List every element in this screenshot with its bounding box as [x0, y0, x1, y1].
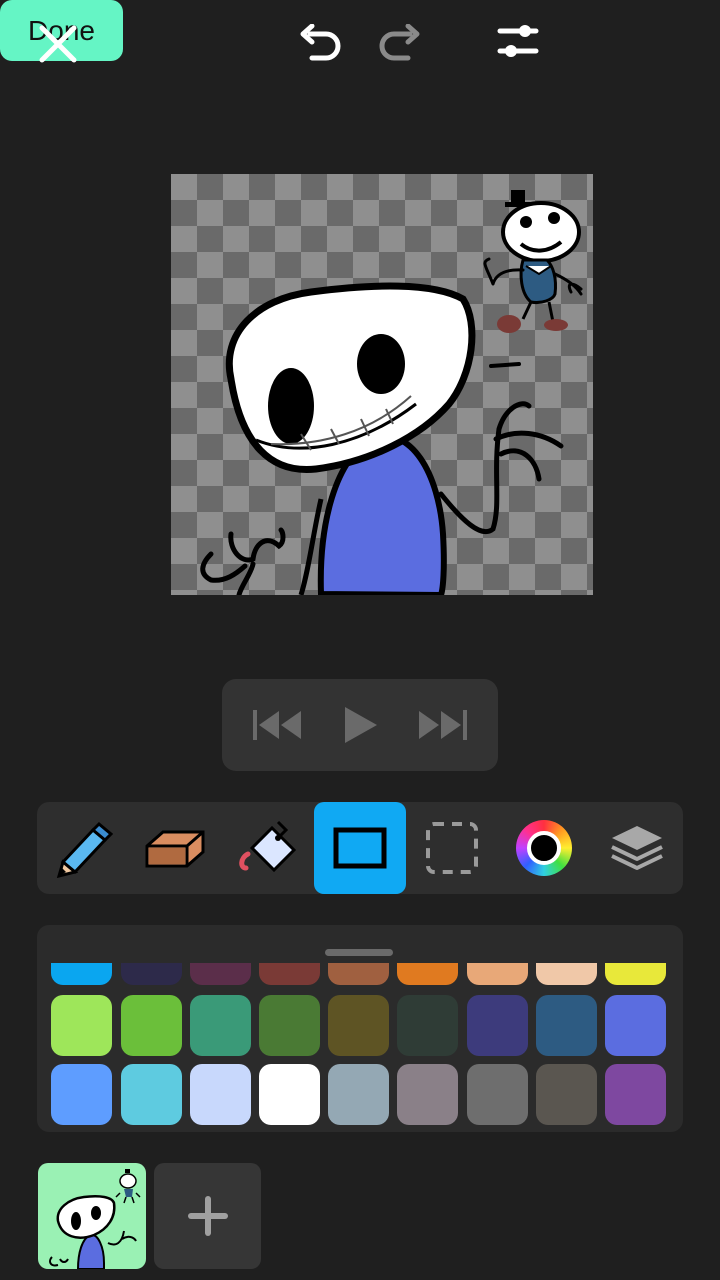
dashed-select-icon — [426, 822, 478, 874]
color-swatch[interactable] — [51, 963, 112, 985]
eraser-icon — [145, 830, 205, 868]
undo-icon — [300, 24, 341, 61]
skip-forward-button[interactable] — [411, 693, 475, 757]
color-wheel-icon — [516, 820, 572, 876]
frame-thumbnail[interactable] — [38, 1163, 146, 1269]
fill-tool[interactable] — [221, 802, 313, 894]
rectangle-tool[interactable] — [314, 802, 406, 894]
frame-preview — [49, 1169, 141, 1269]
tool-bar — [37, 802, 683, 894]
color-swatch[interactable] — [397, 995, 458, 1056]
color-swatch[interactable] — [259, 995, 320, 1056]
layers-icon — [611, 826, 663, 870]
color-swatch[interactable] — [259, 1064, 320, 1125]
color-swatch[interactable] — [536, 963, 597, 985]
color-swatch[interactable] — [51, 995, 112, 1056]
rectangle-icon — [333, 827, 387, 869]
color-swatch[interactable] — [605, 995, 666, 1056]
color-swatch[interactable] — [328, 963, 389, 985]
layers-tool[interactable] — [591, 802, 683, 894]
drawing-canvas[interactable] — [171, 174, 593, 595]
skip-forward-icon — [418, 710, 467, 740]
skip-back-icon — [253, 710, 302, 740]
color-swatch[interactable] — [121, 995, 182, 1056]
color-palette — [37, 925, 683, 1132]
pencil-tool[interactable] — [37, 802, 129, 894]
color-swatch[interactable] — [605, 1064, 666, 1125]
color-swatch[interactable] — [467, 1064, 528, 1125]
playback-controls — [222, 679, 498, 771]
drag-handle[interactable] — [325, 949, 393, 956]
plus-icon — [187, 1196, 228, 1236]
redo-icon — [379, 24, 420, 61]
color-swatch[interactable] — [51, 1064, 112, 1125]
canvas-drawing — [200, 190, 583, 595]
color-swatch[interactable] — [536, 995, 597, 1056]
color-swatch[interactable] — [536, 1064, 597, 1125]
color-swatch[interactable] — [190, 963, 251, 985]
color-swatch[interactable] — [467, 963, 528, 985]
paint-bucket-icon — [239, 820, 297, 873]
add-frame-button[interactable] — [154, 1163, 261, 1269]
undo-button[interactable] — [292, 16, 348, 72]
select-tool[interactable] — [406, 802, 498, 894]
color-picker-tool[interactable] — [498, 802, 590, 894]
redo-button[interactable] — [372, 16, 428, 72]
color-swatch[interactable] — [328, 995, 389, 1056]
color-swatch[interactable] — [190, 1064, 251, 1125]
color-swatch[interactable] — [397, 1064, 458, 1125]
pencil-icon — [56, 821, 113, 878]
color-swatch[interactable] — [605, 963, 666, 985]
color-swatch[interactable] — [328, 1064, 389, 1125]
eraser-tool[interactable] — [129, 802, 221, 894]
close-icon — [39, 25, 77, 63]
color-swatch[interactable] — [121, 963, 182, 985]
settings-button[interactable] — [490, 14, 546, 70]
color-swatch[interactable] — [121, 1064, 182, 1125]
color-swatch[interactable] — [397, 963, 458, 985]
sliders-icon — [497, 25, 539, 57]
color-swatch[interactable] — [259, 963, 320, 985]
play-button[interactable] — [328, 693, 392, 757]
animation-editor: Done — [0, 0, 720, 1280]
close-button[interactable] — [30, 16, 86, 72]
play-icon — [344, 707, 377, 743]
color-swatch[interactable] — [467, 995, 528, 1056]
color-swatch[interactable] — [190, 995, 251, 1056]
skip-back-button[interactable] — [245, 693, 309, 757]
